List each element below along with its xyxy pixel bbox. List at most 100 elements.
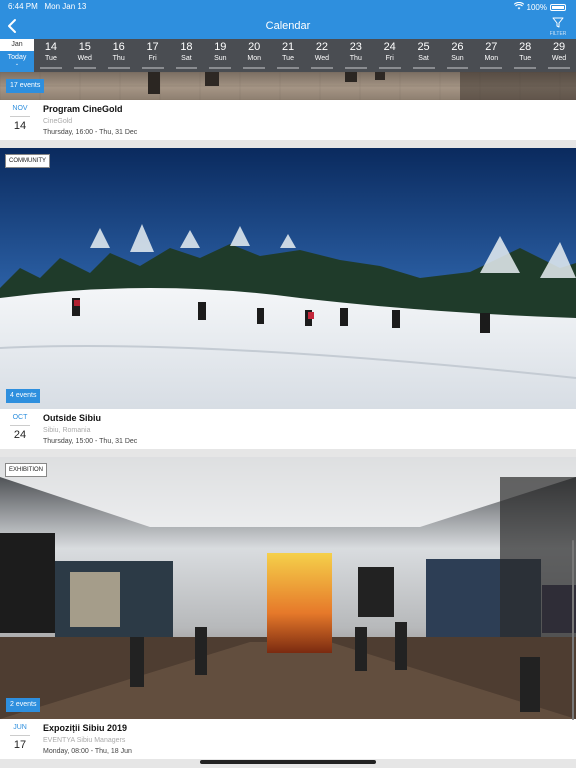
event-month: JUN: [13, 724, 27, 731]
day-underline: [243, 67, 266, 69]
weekday: Mon: [247, 55, 261, 62]
day-cell[interactable]: 25 Sat: [407, 39, 441, 72]
day-underline: [175, 67, 198, 69]
day-cell[interactable]: 18 Sat: [170, 39, 204, 72]
event-title: Expoziții Sibiu 2019: [43, 723, 128, 733]
filter-button[interactable]: FILTER: [548, 15, 568, 39]
event-time: Thursday, 16:00 - Thu, 31 Dec: [43, 129, 138, 136]
weekday: Thu: [349, 55, 362, 62]
wifi-icon: [513, 1, 524, 12]
date-strip: Jan Today ⌄ 14 Tue 15 Wed 16 Thu 17 Fri 18 Sa…: [0, 39, 576, 72]
day-cell[interactable]: 16 Thu: [102, 39, 136, 72]
battery-percent: 100%: [526, 2, 547, 12]
day-cell[interactable]: 26 Sun: [441, 39, 475, 72]
weekday: Fri: [148, 55, 157, 62]
day-underline: [209, 67, 232, 69]
event-card-info[interactable]: NOV 14 Program CineGold CineGold Thursda…: [0, 100, 576, 140]
day-underline: [344, 67, 367, 69]
day-cell[interactable]: 24 Fri: [373, 39, 407, 72]
day-number: 22: [315, 41, 329, 53]
chevron-down-icon: ⌄: [14, 61, 20, 67]
event-date: OCT 24: [10, 414, 30, 441]
weekday: Tue: [282, 55, 294, 62]
date-divider: [10, 425, 30, 426]
date-divider: [10, 116, 30, 117]
weekday: Sat: [418, 55, 429, 62]
event-day: 17: [13, 739, 27, 751]
day-cell[interactable]: 23 Thu: [339, 39, 373, 72]
day-cell[interactable]: 27 Mon: [474, 39, 508, 72]
day-number: 19: [214, 41, 227, 53]
event-photo-outside-sibiu[interactable]: [0, 148, 576, 409]
event-location: CineGold: [43, 118, 73, 125]
day-cell[interactable]: 21 Tue: [271, 39, 305, 72]
day-cell[interactable]: 14 Tue: [34, 39, 68, 72]
day-underline: [40, 67, 62, 69]
day-number: 27: [485, 41, 498, 53]
day-number: 14: [44, 41, 58, 53]
day-underline: [107, 67, 130, 69]
day-number: 23: [349, 41, 362, 53]
status-time-date: 6:44 PM Mon Jan 13: [8, 2, 87, 11]
day-number: 16: [112, 41, 125, 53]
event-month: OCT: [12, 414, 28, 421]
weekday: Wed: [77, 55, 92, 62]
day-cell[interactable]: 29 Wed: [542, 39, 576, 72]
event-photo-cinegold[interactable]: [0, 72, 576, 100]
filter-funnel-icon: [552, 17, 564, 28]
day-number: 25: [417, 41, 430, 53]
day-number: 26: [451, 41, 464, 53]
category-tag: EXHIBITION: [5, 463, 48, 477]
weekday: Fri: [385, 55, 394, 62]
day-number: 17: [146, 41, 159, 53]
weekday: Mon: [484, 55, 499, 62]
event-title: Program CineGold: [43, 104, 123, 114]
day-cell[interactable]: 15 Wed: [68, 39, 102, 72]
today-selector[interactable]: Jan Today ⌄: [0, 39, 34, 72]
day-number: 28: [519, 41, 532, 53]
day-number: 18: [180, 41, 193, 53]
day-cell[interactable]: 28 Tue: [508, 39, 542, 72]
weekday: Thu: [112, 55, 125, 62]
day-number: 15: [78, 41, 91, 53]
home-indicator[interactable]: [200, 760, 376, 764]
day-underline: [412, 67, 435, 69]
day-underline: [141, 67, 164, 69]
scroll-indicator[interactable]: [572, 540, 574, 720]
event-time: Thursday, 15:00 - Thu, 31 Dec: [43, 438, 138, 445]
battery-icon: [550, 3, 566, 11]
event-count-badge: 17 events: [6, 79, 45, 93]
day-cell[interactable]: 17 Fri: [136, 39, 170, 72]
event-feed: 17 events NOV 14 Program CineGold CineGo…: [0, 72, 576, 768]
event-card-info[interactable]: OCT 24 Outside Sibiu Sibiu, Romania Thur…: [0, 409, 576, 449]
today-label: Today: [7, 54, 27, 61]
event-date: JUN 17: [10, 724, 30, 751]
day-underline: [277, 67, 299, 69]
day-underline: [378, 67, 401, 69]
event-count-badge: 4 events: [6, 389, 41, 403]
day-number: 21: [281, 41, 295, 53]
event-day: 24: [13, 429, 27, 441]
day-number: 29: [552, 41, 566, 53]
weekday: Sun: [214, 55, 227, 62]
weekday: Sun: [451, 55, 464, 62]
status-right: 100%: [513, 1, 566, 12]
event-card-info[interactable]: JUN 17 Expoziții Sibiu 2019 EVENTYA Sibi…: [0, 719, 576, 759]
day-number: 20: [248, 41, 261, 53]
weekday: Wed: [314, 55, 330, 62]
day-cell[interactable]: 19 Sun: [203, 39, 237, 72]
today-button[interactable]: Today ⌄: [0, 51, 34, 72]
weekday: Sat: [181, 55, 192, 62]
event-title: Outside Sibiu: [43, 413, 102, 423]
weekday: Tue: [519, 55, 532, 62]
day-cell[interactable]: 22 Wed: [305, 39, 339, 72]
day-underline: [480, 67, 503, 69]
filter-label: FILTER: [549, 31, 567, 37]
day-underline: [73, 67, 96, 69]
day-underline: [514, 67, 537, 69]
day-cell[interactable]: 20 Mon: [237, 39, 271, 72]
status-bar: 6:44 PM Mon Jan 13 100%: [0, 0, 576, 14]
event-photo-expozitii[interactable]: [0, 457, 576, 719]
weekday: Wed: [551, 55, 567, 62]
page-title: Calendar: [265, 20, 311, 32]
